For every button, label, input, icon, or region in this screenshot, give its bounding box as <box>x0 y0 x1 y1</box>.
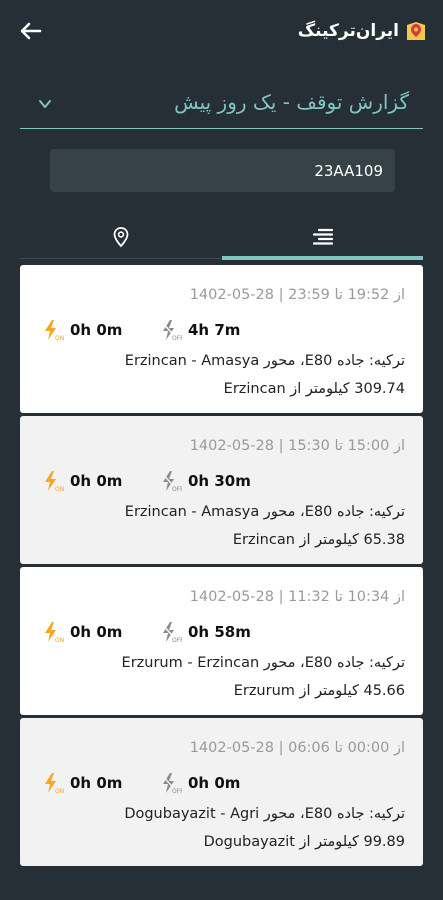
ignition-off-icon: OFF <box>161 773 182 794</box>
svg-text:OFF: OFF <box>172 788 182 794</box>
report-title: گزارش توقف - یک روز پیش <box>174 90 409 114</box>
brand: ایران‌ترکینگ <box>298 17 427 45</box>
brand-name: ایران‌ترکینگ <box>297 21 399 41</box>
vehicle-plate-input[interactable] <box>50 149 395 192</box>
stop-card[interactable]: از 00:00 تا 06:06 | 28-05-1402 ON 0h 0m … <box>20 718 423 866</box>
ignition-off-icon: OFF <box>161 320 182 341</box>
stop-road: ترکیه: جاده E80، محور Erzincan - Amasya <box>124 504 405 520</box>
ignition-on-duration: ON 0h 0m <box>42 772 122 794</box>
stop-location: ترکیه: جاده E80، محور Dogubayazit - Agri… <box>35 800 405 856</box>
ignition-on-duration: ON 0h 0m <box>42 621 122 643</box>
stop-distance: 65.38 کیلومتر از Erzincan <box>232 532 405 548</box>
svg-text:ON: ON <box>55 335 64 341</box>
view-tabs <box>20 214 423 260</box>
report-type-dropdown[interactable]: گزارش توقف - یک روز پیش <box>20 84 423 129</box>
ignition-off-icon: OFF <box>161 622 182 643</box>
stop-road: ترکیه: جاده E80، محور Erzurum - Erzincan <box>121 655 405 671</box>
list-icon <box>312 228 333 245</box>
stop-distance: 309.74 کیلومتر از Erzincan <box>223 381 405 397</box>
stop-time: از 00:00 تا 06:06 | 28-05-1402 <box>189 740 405 756</box>
stop-road: ترکیه: جاده E80، محور Dogubayazit - Agri <box>124 806 405 822</box>
ignition-off-icon: OFF <box>161 471 182 492</box>
ignition-on-icon: ON <box>45 622 64 643</box>
stop-location: ترکیه: جاده E80، محور Erzurum - Erzincan… <box>35 649 405 705</box>
ignition-on-duration: ON 0h 0m <box>42 319 122 341</box>
svg-text:ON: ON <box>55 486 64 492</box>
ignition-off-duration: OFF 0h 30m <box>160 470 251 492</box>
stop-location: ترکیه: جاده E80، محور Erzincan - Amasya … <box>35 347 405 403</box>
chevron-down-icon <box>39 100 51 108</box>
stop-time: از 19:52 تا 23:59 | 28-05-1402 <box>189 287 405 303</box>
ignition-on-duration: ON 0h 0m <box>42 470 122 492</box>
back-arrow-icon[interactable] <box>18 18 44 44</box>
svg-text:ON: ON <box>55 637 64 643</box>
stop-distance: 45.66 کیلومتر از Erzurum <box>233 683 405 699</box>
ignition-on-icon: ON <box>45 773 64 794</box>
active-tab-indicator <box>222 256 423 260</box>
stop-card[interactable]: از 15:00 تا 15:30 | 28-05-1402 ON 0h 0m … <box>20 416 423 564</box>
ignition-off-duration: OFF 4h 7m <box>160 319 240 341</box>
svg-text:ON: ON <box>55 788 64 794</box>
tab-map[interactable] <box>20 214 221 260</box>
svg-text:OFF: OFF <box>172 335 182 341</box>
stop-time: از 15:00 تا 15:30 | 28-05-1402 <box>189 438 405 454</box>
stop-location: ترکیه: جاده E80، محور Erzincan - Amasya … <box>35 498 405 554</box>
stop-road: ترکیه: جاده E80، محور Erzincan - Amasya <box>124 353 405 369</box>
ignition-off-duration: OFF 0h 0m <box>160 772 240 794</box>
stop-card[interactable]: از 10:34 تا 11:32 | 28-05-1402 ON 0h 0m … <box>20 567 423 715</box>
svg-text:OFF: OFF <box>172 637 182 643</box>
tab-list[interactable] <box>222 214 423 260</box>
ignition-on-icon: ON <box>45 320 64 341</box>
top-bar: ایران‌ترکینگ <box>0 0 443 62</box>
stop-card[interactable]: از 19:52 تا 23:59 | 28-05-1402 ON 0h 0m … <box>20 265 423 413</box>
stop-time: از 10:34 تا 11:32 | 28-05-1402 <box>189 589 405 605</box>
ignition-off-duration: OFF 0h 58m <box>160 621 251 643</box>
stop-distance: 99.89 کیلومتر از Dogubayazit <box>203 834 405 850</box>
location-pin-icon <box>113 227 128 248</box>
ignition-on-icon: ON <box>45 471 64 492</box>
brand-logo-icon <box>407 22 425 40</box>
svg-text:OFF: OFF <box>172 486 182 492</box>
